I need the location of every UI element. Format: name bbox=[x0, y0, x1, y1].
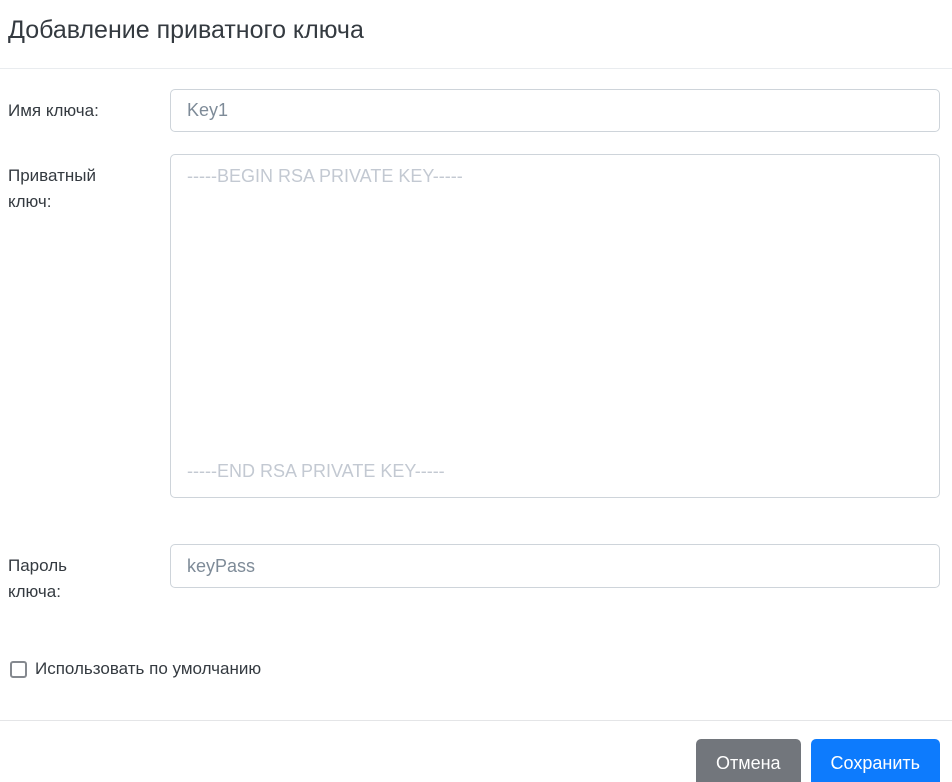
key-password-row: Пароль ключа: bbox=[8, 544, 940, 605]
add-private-key-dialog: Добавление приватного ключа Имя ключа: П… bbox=[0, 0, 952, 782]
use-by-default-checkbox[interactable] bbox=[10, 660, 27, 678]
key-name-field-wrap bbox=[170, 89, 940, 132]
use-by-default-row: Использовать по умолчанию bbox=[8, 659, 940, 679]
save-button[interactable]: Сохранить bbox=[810, 739, 940, 782]
cancel-button[interactable]: Отмена bbox=[695, 739, 801, 782]
private-key-field-wrap bbox=[170, 154, 940, 498]
private-key-row: Приватный ключ: bbox=[8, 154, 940, 498]
key-name-input[interactable] bbox=[170, 89, 940, 132]
dialog-title: Добавление приватного ключа bbox=[8, 16, 364, 44]
dialog-footer: Отмена Сохранить bbox=[0, 720, 952, 782]
dialog-header: Добавление приватного ключа bbox=[0, 0, 952, 69]
key-name-label: Имя ключа: bbox=[8, 101, 99, 120]
key-password-field-wrap bbox=[170, 544, 940, 588]
dialog-body: Имя ключа: Приватный ключ: Пароль ключа:… bbox=[0, 69, 952, 679]
private-key-textarea[interactable] bbox=[170, 154, 940, 498]
key-name-row: Имя ключа: bbox=[8, 89, 940, 132]
private-key-label: Приватный ключ: bbox=[8, 166, 96, 211]
key-password-input[interactable] bbox=[170, 544, 940, 588]
use-by-default-label[interactable]: Использовать по умолчанию bbox=[35, 659, 261, 679]
key-password-label: Пароль ключа: bbox=[8, 556, 67, 601]
